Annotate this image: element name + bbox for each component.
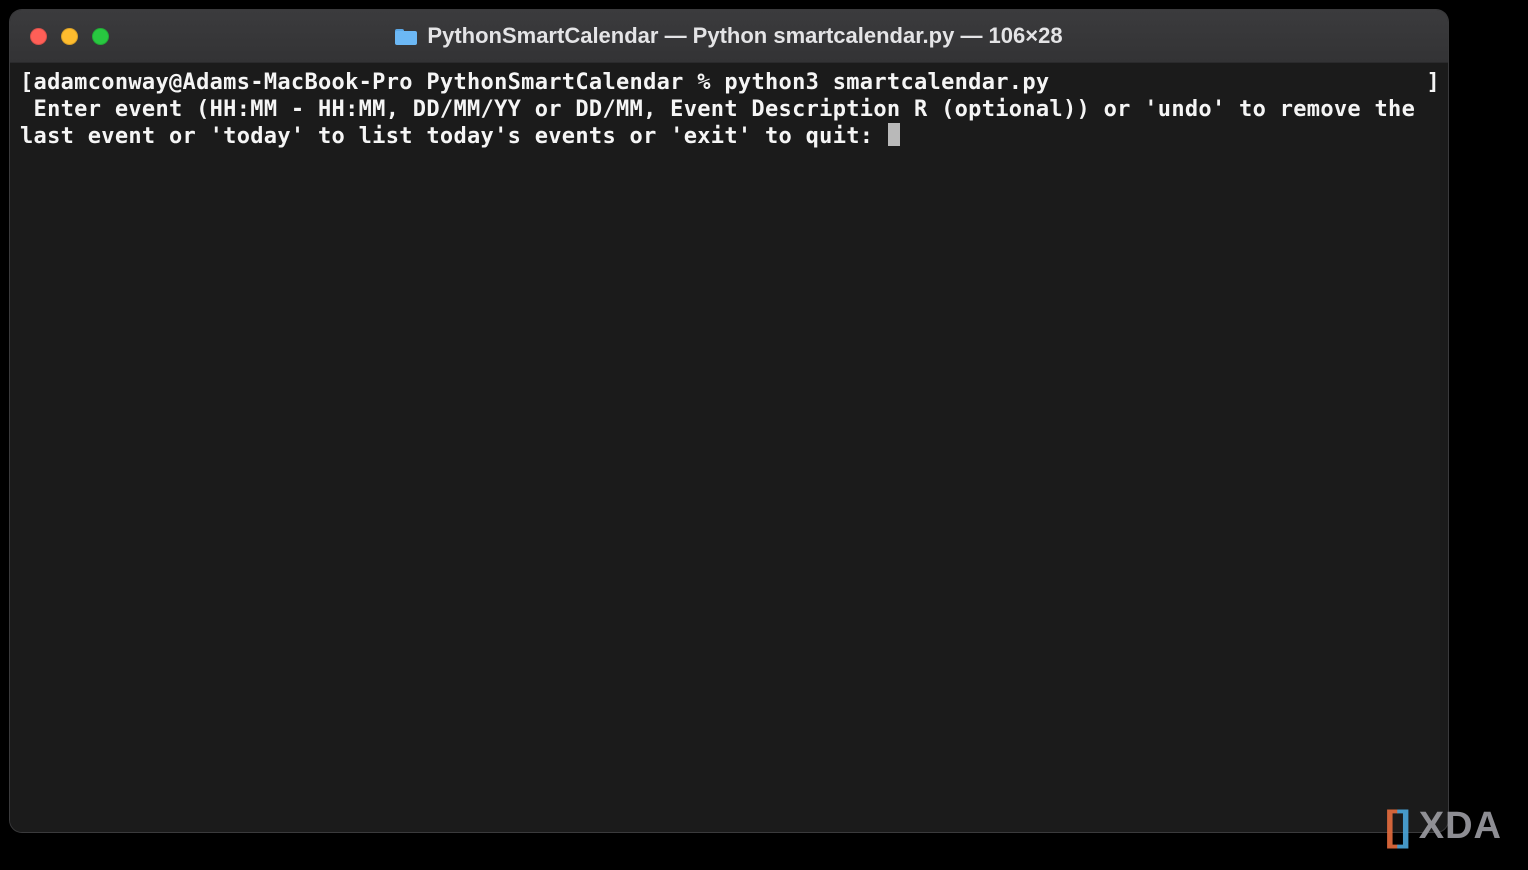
watermark-text: XDA bbox=[1419, 805, 1502, 848]
zoom-button[interactable] bbox=[92, 28, 109, 45]
close-button[interactable] bbox=[30, 28, 47, 45]
prompt-close-bracket: ] bbox=[1426, 69, 1440, 96]
terminal-body[interactable]: ] [adamconway@Adams-MacBook-Pro PythonSma… bbox=[10, 63, 1448, 832]
shell-prompt: adamconway@Adams-MacBook-Pro PythonSmart… bbox=[34, 70, 725, 95]
terminal-window: PythonSmartCalendar — Python smartcalend… bbox=[10, 10, 1448, 832]
prompt-open-bracket: [ bbox=[20, 70, 34, 95]
watermark: [] XDA bbox=[1385, 802, 1502, 850]
bracket-right-icon: ] bbox=[1397, 802, 1411, 850]
window-title: PythonSmartCalendar — Python smartcalend… bbox=[427, 23, 1062, 49]
title-center: PythonSmartCalendar — Python smartcalend… bbox=[10, 23, 1448, 49]
folder-icon bbox=[395, 27, 417, 45]
titlebar[interactable]: PythonSmartCalendar — Python smartcalend… bbox=[10, 10, 1448, 63]
shell-command: python3 smartcalendar.py bbox=[724, 70, 1049, 95]
program-output: Enter event (HH:MM - HH:MM, DD/MM/YY or … bbox=[20, 97, 1429, 149]
traffic-lights bbox=[10, 28, 109, 45]
minimize-button[interactable] bbox=[61, 28, 78, 45]
text-cursor bbox=[888, 123, 901, 146]
